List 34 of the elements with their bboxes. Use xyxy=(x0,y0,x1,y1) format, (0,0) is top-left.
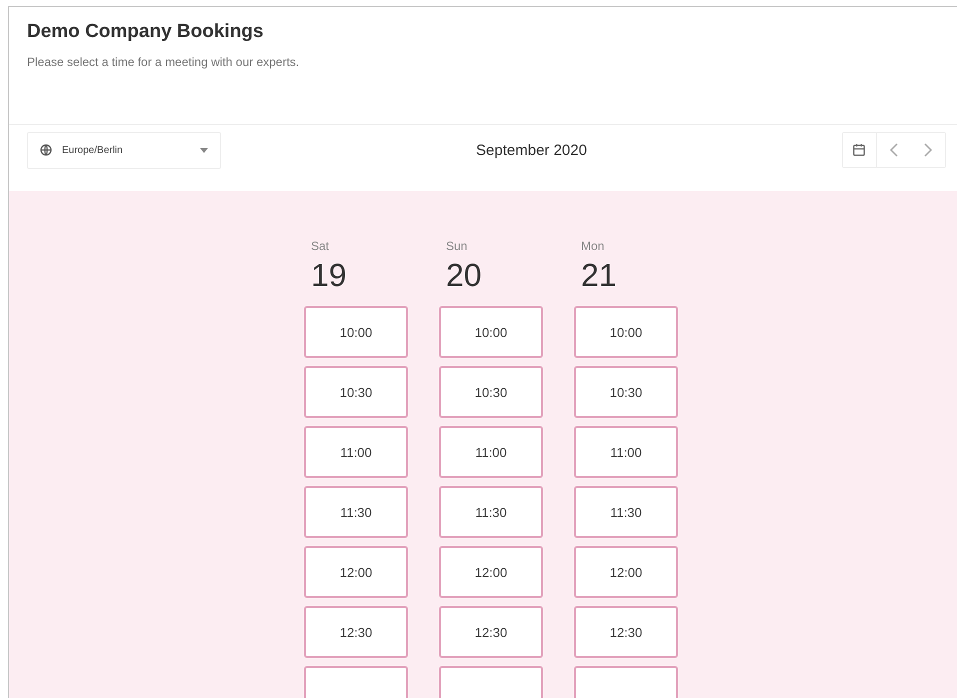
time-slot-button[interactable]: 12:00 xyxy=(439,546,543,598)
calendar-button[interactable] xyxy=(842,133,877,167)
time-slot-button[interactable]: 12:30 xyxy=(574,606,678,658)
chevron-right-icon xyxy=(924,143,932,157)
globe-icon xyxy=(40,144,52,156)
time-slot-button[interactable]: 11:30 xyxy=(574,486,678,538)
time-slot-button[interactable]: 11:30 xyxy=(439,486,543,538)
timezone-select[interactable]: Europe/Berlin xyxy=(27,132,221,168)
weekday-label: Sun xyxy=(445,239,468,253)
chevron-left-icon xyxy=(890,143,898,157)
date-number: 21 xyxy=(580,257,618,294)
caret-icon xyxy=(200,148,208,152)
time-slot-button[interactable]: 12:30 xyxy=(304,606,408,658)
time-slot-button[interactable]: 10:00 xyxy=(439,306,543,358)
time-slot-button[interactable]: 10:00 xyxy=(574,306,678,358)
page-subtitle: Please select a time for a meeting with our experts. xyxy=(27,55,300,69)
calendar-icon xyxy=(852,143,866,157)
time-slot-button[interactable]: 11:00 xyxy=(304,426,408,478)
page-title: Demo Company Bookings xyxy=(27,21,264,43)
time-slot-button[interactable]: 10:30 xyxy=(304,366,408,418)
weekday-label: Sat xyxy=(310,239,330,253)
date-number: 19 xyxy=(310,257,348,294)
time-slot-button[interactable]: 11:00 xyxy=(574,426,678,478)
time-slot-button[interactable]: 10:30 xyxy=(574,366,678,418)
month-label: September 2020 xyxy=(476,142,587,158)
date-number: 20 xyxy=(445,257,483,294)
time-slot-button[interactable]: 12:00 xyxy=(574,546,678,598)
time-slot-button[interactable]: 11:00 xyxy=(439,426,543,478)
time-slot-button[interactable]: 10:00 xyxy=(304,306,408,358)
time-slot-button[interactable]: 12:00 xyxy=(304,546,408,598)
time-slot-button[interactable]: 12:30 xyxy=(439,606,543,658)
weekday-label: Mon xyxy=(580,239,606,253)
time-slot-button[interactable]: 10:30 xyxy=(439,366,543,418)
time-slot-button[interactable]: 11:30 xyxy=(304,486,408,538)
